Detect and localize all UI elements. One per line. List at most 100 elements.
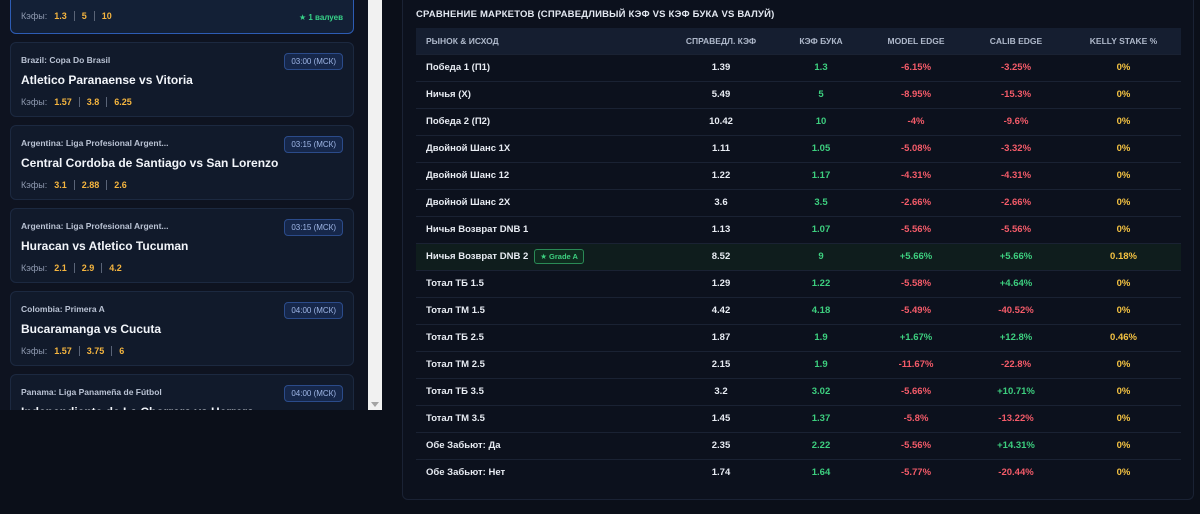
odds-value[interactable]: 3.8 — [87, 97, 100, 107]
odds-value[interactable]: 2.9 — [82, 263, 95, 273]
model-edge: -4.31% — [866, 161, 966, 189]
league-name: Argentina: Liga Profesional Argent... — [21, 138, 169, 148]
kelly-stake: 0% — [1066, 431, 1181, 459]
market-label: Двойной Шанс 1X — [426, 143, 511, 154]
calib-edge: -2.66% — [966, 188, 1066, 216]
market-name: Двойной Шанс 12 — [416, 161, 666, 189]
calib-edge: -15.3% — [966, 80, 1066, 108]
book-odds: 3.5 — [776, 188, 866, 216]
model-edge: -6.15% — [866, 53, 966, 81]
odds-value[interactable]: 6.25 — [114, 97, 132, 107]
market-label: Двойной Шанс 12 — [426, 170, 510, 181]
table-row: Двойной Шанс 12 1.22 1.17 -4.31% -4.31% 0% — [416, 161, 1181, 189]
kickoff-time-badge: 04:00 (МСК) — [284, 302, 343, 319]
kelly-stake: 0% — [1066, 269, 1181, 297]
fair-odds: 8.52 — [666, 242, 776, 270]
market-name: Тотал ТМ 3.5 — [416, 404, 666, 432]
odds-value[interactable]: 2.88 — [82, 180, 100, 190]
match-card[interactable]: Argentina: Liga Profesional Argent... 03:… — [10, 208, 354, 283]
book-odds: 1.17 — [776, 161, 866, 189]
book-odds: 5 — [776, 80, 866, 108]
market-label: Тотал ТМ 1.5 — [426, 305, 485, 316]
fair-odds: 1.13 — [666, 215, 776, 243]
match-card[interactable]: Panama: Liga Panameña de Fútbol 04:00 (МС… — [10, 374, 354, 410]
league-name: Argentina: Liga Profesional Argent... — [21, 221, 169, 231]
market-name: Ничья Возврат DNB 1 — [416, 215, 666, 243]
odds-line: Кэфы: 1.3 5 10 — [21, 11, 119, 21]
calib-edge: +4.64% — [966, 269, 1066, 297]
book-odds: 1.22 — [776, 269, 866, 297]
odds-line: Кэфы: 2.1 2.9 4.2 — [21, 263, 129, 273]
model-edge: -5.56% — [866, 431, 966, 459]
match-list-scrollbar[interactable] — [368, 0, 382, 410]
table-row: Тотал ТБ 2.5 1.87 1.9 +1.67% +12.8% 0.46% — [416, 323, 1181, 351]
empty-area — [0, 410, 382, 514]
model-edge: -5.56% — [866, 215, 966, 243]
market-name: Тотал ТБ 3.5 — [416, 377, 666, 405]
match-card-selected[interactable]: Кэфы: 1.3 5 10 ★ 1 валуев — [10, 0, 354, 34]
kelly-stake: 0% — [1066, 161, 1181, 189]
odds-value[interactable]: 2.1 — [54, 263, 67, 273]
odds-separator — [111, 346, 113, 356]
odds-separator — [73, 263, 75, 273]
calib-edge: -22.8% — [966, 350, 1066, 378]
kelly-stake: 0% — [1066, 350, 1181, 378]
model-edge: -2.66% — [866, 188, 966, 216]
kelly-stake: 0.46% — [1066, 323, 1181, 351]
odds-separator — [73, 11, 75, 21]
odds-value[interactable]: 3.1 — [54, 180, 67, 190]
kelly-stake: 0% — [1066, 53, 1181, 81]
calib-edge: -5.56% — [966, 215, 1066, 243]
kelly-stake: 0% — [1066, 215, 1181, 243]
odds-line: Кэфы: 3.1 2.88 2.6 — [21, 180, 134, 190]
fair-odds: 1.87 — [666, 323, 776, 351]
market-name: Ничья (X) — [416, 80, 666, 108]
market-name: Тотал ТМ 1.5 — [416, 296, 666, 324]
calib-edge: -20.44% — [966, 458, 1066, 486]
scroll-down-arrow-icon[interactable] — [371, 402, 379, 407]
book-odds: 4.18 — [776, 296, 866, 324]
market-label: Ничья (X) — [426, 89, 471, 100]
odds-value[interactable]: 6 — [119, 346, 124, 356]
fair-odds: 2.35 — [666, 431, 776, 459]
league-name: Panama: Liga Panameña de Fútbol — [21, 387, 162, 397]
book-odds: 9 — [776, 242, 866, 270]
model-edge: +1.67% — [866, 323, 966, 351]
market-name: Тотал ТМ 2.5 — [416, 350, 666, 378]
match-card[interactable]: Colombia: Primera A 04:00 (МСК) Bucaramang… — [10, 291, 354, 366]
fair-odds: 10.42 — [666, 107, 776, 135]
market-name: Двойной Шанс 1X — [416, 134, 666, 162]
market-name: Двойной Шанс 2X — [416, 188, 666, 216]
header-fair-odds: СПРАВЕДЛ. КЭФ — [666, 28, 776, 54]
odds-value[interactable]: 3.75 — [87, 346, 105, 356]
market-label: Обе Забьют: Да — [426, 440, 501, 451]
odds-value[interactable]: 5 — [82, 11, 87, 21]
table-row: Победа 2 (П2) 10.42 10 -4% -9.6% 0% — [416, 107, 1181, 135]
odds-value[interactable]: 1.3 — [54, 11, 67, 21]
fair-odds: 1.39 — [666, 53, 776, 81]
odds-value[interactable]: 1.57 — [54, 346, 72, 356]
league-name: Brazil: Copa Do Brasil — [21, 55, 111, 65]
market-name: Победа 2 (П2) — [416, 107, 666, 135]
match-card[interactable]: Brazil: Copa Do Brasil 03:00 (МСК) Atletic… — [10, 42, 354, 117]
kelly-stake: 0% — [1066, 458, 1181, 486]
market-name: Обе Забьют: Нет — [416, 458, 666, 486]
odds-value[interactable]: 1.57 — [54, 97, 72, 107]
table-header-row: РЫНОК & ИСХОД СПРАВЕДЛ. КЭФ КЭФ БУКА MOD… — [416, 28, 1181, 54]
market-label: Победа 1 (П1) — [426, 62, 491, 73]
market-comparison-panel: СРАВНЕНИЕ МАРКЕТОВ (СПРАВЕДЛИВЫЙ КЭФ VS … — [402, 0, 1194, 500]
odds-label: Кэфы: — [21, 180, 48, 190]
header-model-edge: MODEL EDGE — [866, 28, 966, 54]
odds-label: Кэфы: — [21, 11, 48, 21]
market-label: Победа 2 (П2) — [426, 116, 491, 127]
odds-value[interactable]: 10 — [102, 11, 112, 21]
match-card[interactable]: Argentina: Liga Profesional Argent... 03:… — [10, 125, 354, 200]
market-name: Тотал ТБ 2.5 — [416, 323, 666, 351]
kelly-stake: 0% — [1066, 107, 1181, 135]
model-edge: -8.95% — [866, 80, 966, 108]
table-row: Тотал ТБ 1.5 1.29 1.22 -5.58% +4.64% 0% — [416, 269, 1181, 297]
odds-value[interactable]: 4.2 — [109, 263, 122, 273]
odds-value[interactable]: 2.6 — [114, 180, 127, 190]
odds-separator — [106, 97, 108, 107]
odds-separator — [78, 97, 80, 107]
